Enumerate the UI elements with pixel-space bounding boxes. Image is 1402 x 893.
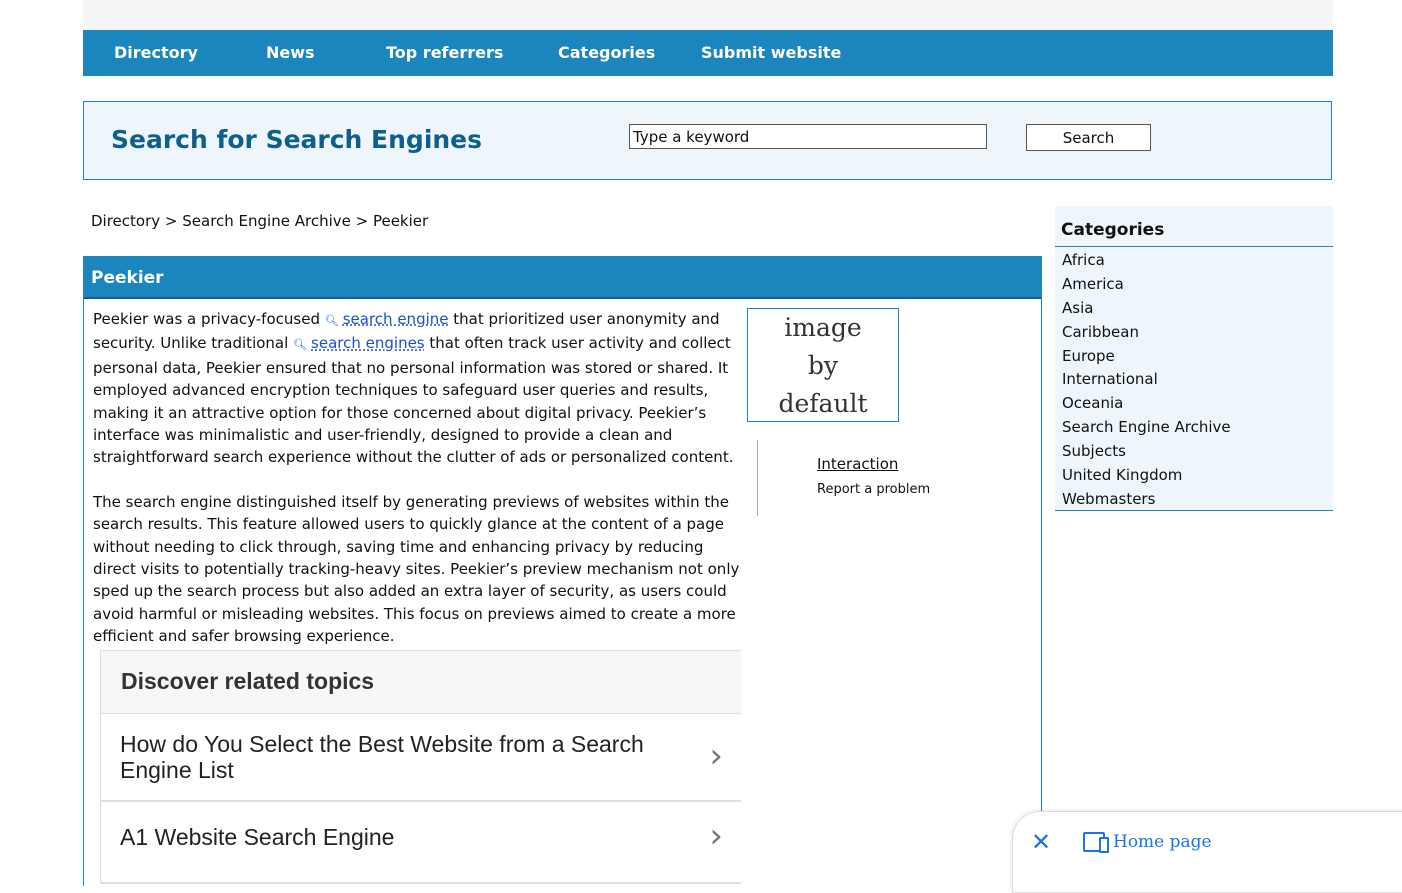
related-topic-label: A1 Website Search Engine [120, 824, 395, 850]
breadcrumb-current: Peekier [372, 212, 429, 230]
related-topic-label: How do You Select the Best Website from … [120, 731, 644, 783]
breadcrumb-directory[interactable]: Directory [91, 212, 160, 230]
close-icon[interactable]: ✕ [1031, 828, 1051, 856]
chevron-right-icon: › [709, 816, 723, 856]
breadcrumb-separator: > [160, 212, 183, 230]
categories-header: Categories [1055, 206, 1333, 247]
article-panel: Peekier Peekier was a privacy-focused 🔍︎… [83, 256, 1042, 886]
image-text-line: by [807, 351, 839, 380]
page-title: Search for Search Engines [111, 125, 483, 154]
placeholder-image: image by default [747, 308, 899, 422]
nav-directory[interactable]: Directory [114, 30, 198, 76]
image-text-line: image [784, 313, 862, 342]
category-international[interactable]: International [1062, 368, 1231, 392]
category-africa[interactable]: Africa [1062, 249, 1231, 273]
report-problem-link[interactable]: Report a problem [817, 482, 930, 497]
breadcrumb: Directory > Search Engine Archive > Peek… [91, 212, 428, 230]
top-strip [83, 0, 1333, 30]
category-america[interactable]: America [1062, 273, 1231, 297]
article-paragraph: The search engine distinguished itself b… [93, 492, 740, 646]
categories-list: Africa America Asia Caribbean Europe Int… [1062, 249, 1231, 512]
nav-categories[interactable]: Categories [558, 30, 655, 76]
home-page-link[interactable]: Home page [1113, 832, 1212, 852]
category-webmasters[interactable]: Webmasters [1062, 488, 1231, 512]
article-title: Peekier [91, 268, 164, 288]
category-subjects[interactable]: Subjects [1062, 440, 1231, 464]
category-europe[interactable]: Europe [1062, 345, 1231, 369]
keyword-input[interactable] [629, 124, 987, 149]
category-search-engine-archive[interactable]: Search Engine Archive [1062, 416, 1231, 440]
related-topics: Discover related topics How do You Selec… [100, 650, 741, 884]
breadcrumb-separator: > [350, 212, 373, 230]
categories-title: Categories [1061, 220, 1165, 240]
category-caribbean[interactable]: Caribbean [1062, 321, 1231, 345]
nav-top-referrers[interactable]: Top referrers [386, 30, 503, 76]
search-panel: Search for Search Engines Search [83, 101, 1332, 180]
breadcrumb-archive[interactable]: Search Engine Archive [182, 212, 351, 230]
nav-news[interactable]: News [266, 30, 315, 76]
article-text: that often track user activity and colle… [93, 334, 734, 467]
related-topics-heading: Discover related topics [121, 668, 375, 694]
related-topics-header: Discover related topics [101, 650, 741, 714]
keyword-link-search-engine[interactable]: search engine [343, 310, 449, 328]
related-topic-item[interactable]: A1 Website Search Engine › [101, 802, 741, 884]
image-text-line: default [778, 389, 868, 418]
category-united-kingdom[interactable]: United Kingdom [1062, 464, 1231, 488]
keyword-link-search-engines[interactable]: search engines [311, 334, 425, 352]
article-paragraph: Peekier was a privacy-focused 🔍︎ search e… [93, 308, 748, 469]
divider [757, 440, 758, 516]
nav-submit-website[interactable]: Submit website [701, 30, 841, 76]
home-page-toast: ✕ Home page [1012, 811, 1402, 893]
interaction-link[interactable]: Interaction [817, 455, 898, 473]
devices-icon [1083, 832, 1109, 853]
main-nav: Directory News Top referrers Categories … [83, 30, 1333, 76]
categories-sidebar: Categories Africa America Asia Caribbean… [1055, 206, 1333, 511]
magnifier-icon: 🔍︎ [293, 338, 308, 352]
category-asia[interactable]: Asia [1062, 297, 1231, 321]
article-body: Peekier was a privacy-focused 🔍︎ search e… [93, 308, 748, 670]
category-oceania[interactable]: Oceania [1062, 392, 1231, 416]
article-header: Peekier [84, 256, 1041, 299]
magnifier-icon: 🔍︎ [324, 314, 339, 327]
article-text: Peekier was a privacy-focused [93, 310, 325, 328]
related-topic-item[interactable]: How do You Select the Best Website from … [101, 714, 741, 802]
search-button[interactable]: Search [1026, 124, 1151, 151]
chevron-right-icon: › [709, 736, 723, 776]
